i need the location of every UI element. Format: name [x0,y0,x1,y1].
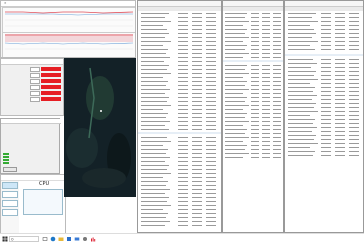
tool-window-titlebar [1,59,63,65]
windows-start-icon[interactable] [2,236,8,242]
tool-row [4,73,62,78]
task-view-icon[interactable] [42,236,48,242]
status-indicator [3,153,9,155]
tool-row-bar [41,67,61,71]
graph-panel-bottom [2,32,135,57]
edge-icon[interactable] [50,236,56,242]
stress-dialog [0,118,61,174]
store-icon[interactable] [66,236,72,242]
table-header [138,7,221,11]
taskbar [0,233,364,244]
sensor-table-rows [223,13,283,158]
hwinfo-right-window [284,0,364,233]
sidebar-item-disk[interactable] [2,200,18,207]
tool-row [4,91,62,96]
tool-row [4,85,62,90]
stress-dialog-titlebar [1,119,61,124]
tool-row-value[interactable] [30,91,40,96]
status-indicator [3,159,9,161]
hwinfo-sensors-window [222,0,284,233]
folder-icon[interactable] [58,236,64,242]
graph-top-lines [5,11,134,27]
gear-icon[interactable] [82,236,88,242]
tool-row-bar [41,79,61,83]
tool-row-value[interactable] [30,67,40,72]
graph-window: ✕ [0,0,136,58]
chart-icon[interactable] [90,236,96,242]
tool-row [4,79,62,84]
status-indicator [3,162,9,164]
close-icon[interactable]: ✕ [4,1,135,6]
sidebar-item-memory[interactable] [2,191,18,198]
tool-row-bar [41,85,61,89]
tool-row [4,97,62,102]
tool-row-bar [41,91,61,95]
graph-bottom-lines [4,34,134,50]
search-icon [11,238,14,241]
task-manager-sidebar [1,181,19,233]
game-window [64,58,136,197]
tool-row-value[interactable] [30,85,40,90]
tool-row-value[interactable] [30,97,40,102]
tool-row-bar [41,97,61,101]
mail-icon[interactable] [74,236,80,242]
sidebar-item-gpu[interactable] [2,209,18,216]
sensor-table-rows [285,13,363,156]
sidebar-item-cpu[interactable] [2,182,18,189]
start-button[interactable] [3,167,17,172]
graph-panel-top [2,7,135,33]
tool-window [0,58,64,116]
cpu-heading: CPU [39,181,50,187]
game-scene-image [64,58,136,197]
tool-row-value[interactable] [30,79,40,84]
tool-row [4,67,62,72]
status-indicator [3,156,9,158]
search-input[interactable] [9,236,39,242]
task-manager-window: CPU [0,174,66,234]
tool-row-value[interactable] [30,73,40,78]
hwinfo-main-window [137,0,222,233]
cpu-usage-graph [23,189,63,215]
tool-row-bar [41,73,61,77]
sensor-table-rows [138,13,221,226]
table-header [223,7,283,11]
table-header [285,7,363,11]
